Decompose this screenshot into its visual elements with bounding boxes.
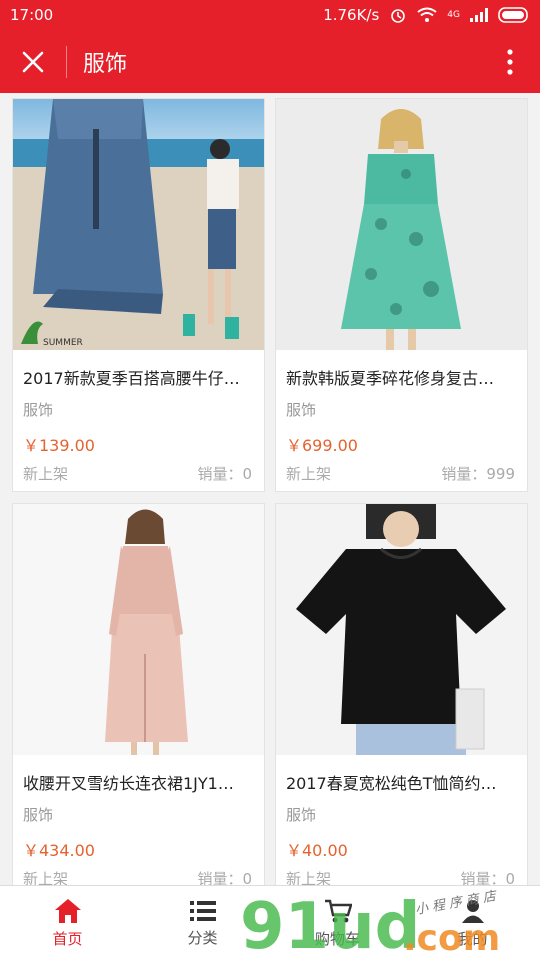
svg-text:SUMMER: SUMMER (43, 338, 83, 348)
product-name: 2017春夏宽松纯色T恤简约… (286, 774, 497, 793)
product-sales: 销量：0 (460, 870, 515, 885)
product-image (276, 504, 527, 755)
battery-icon (498, 7, 528, 23)
product-card[interactable]: 收腰开叉雪纺长连衣裙1JY1… 服饰 ￥434.00 新上架 销量：0 (12, 503, 265, 885)
cart-icon (324, 899, 352, 922)
network-speed: 1.76K/s (323, 6, 380, 24)
nav-cart-label: 购物车 (314, 929, 360, 948)
more-vertical-icon (507, 48, 513, 75)
product-price: ￥139.00 (23, 436, 95, 455)
list-icon (189, 900, 216, 921)
product-price: ￥434.00 (23, 841, 95, 860)
product-name: 收腰开叉雪纺长连衣裙1JY1… (23, 774, 234, 793)
product-category: 服饰 (286, 806, 317, 824)
wifi-icon (417, 7, 437, 22)
status-bar: 17:00 1.76K/s 4G (0, 0, 540, 30)
nav-profile[interactable]: 我的 (405, 886, 540, 960)
product-category: 服饰 (23, 401, 54, 419)
product-name: 2017新款夏季百搭高腰牛仔… (23, 369, 240, 388)
product-image: SUMMER (13, 99, 264, 350)
product-grid: SUMMER 2017新款夏季百搭高腰牛仔… 服饰 ￥139.00 新上架 销量… (0, 93, 540, 885)
bottom-nav: 首页 分类 购物车 我的 (0, 885, 540, 960)
product-name: 新款韩版夏季碎花修身复古… (286, 369, 495, 388)
home-icon (54, 898, 81, 923)
nav-category-label: 分类 (187, 928, 218, 947)
nav-cart[interactable]: 购物车 (270, 886, 405, 960)
product-sales: 销量：0 (197, 870, 252, 885)
product-tag: 新上架 (286, 870, 332, 885)
signal-icon (470, 8, 488, 22)
nav-home-label: 首页 (52, 929, 83, 948)
product-image (13, 504, 264, 755)
product-card[interactable]: SUMMER 2017新款夏季百搭高腰牛仔… 服饰 ￥139.00 新上架 销量… (12, 98, 265, 492)
product-tag: 新上架 (23, 465, 69, 483)
toolbar-divider (66, 45, 67, 78)
more-menu-button[interactable] (480, 30, 540, 93)
product-tag: 新上架 (23, 870, 69, 885)
user-icon (461, 899, 484, 923)
alarm-icon (391, 9, 406, 23)
product-price: ￥699.00 (286, 436, 358, 455)
product-category: 服饰 (23, 806, 54, 824)
network-type: 4G (447, 9, 460, 20)
product-sales: 销量：0 (197, 465, 252, 483)
product-tag: 新上架 (286, 465, 332, 483)
page-title: 服饰 (83, 51, 128, 77)
product-category: 服饰 (286, 401, 317, 419)
close-button[interactable] (0, 30, 66, 93)
product-price: ￥40.00 (286, 841, 348, 860)
product-card[interactable]: 新款韩版夏季碎花修身复古… 服饰 ￥699.00 新上架 销量：999 (275, 98, 528, 492)
status-time: 17:00 (10, 6, 54, 24)
product-card[interactable]: 2017春夏宽松纯色T恤简约… 服饰 ￥40.00 新上架 销量：0 (275, 503, 528, 885)
close-icon (22, 51, 44, 72)
app-toolbar: 服饰 (0, 30, 540, 93)
product-image (276, 99, 527, 350)
nav-category[interactable]: 分类 (135, 886, 270, 960)
product-sales: 销量：999 (441, 465, 515, 483)
nav-home[interactable]: 首页 (0, 886, 135, 960)
top-bar: 17:00 1.76K/s 4G 服饰 (0, 0, 540, 93)
nav-profile-label: 我的 (457, 929, 488, 948)
status-indicators: 1.76K/s 4G (323, 6, 530, 24)
